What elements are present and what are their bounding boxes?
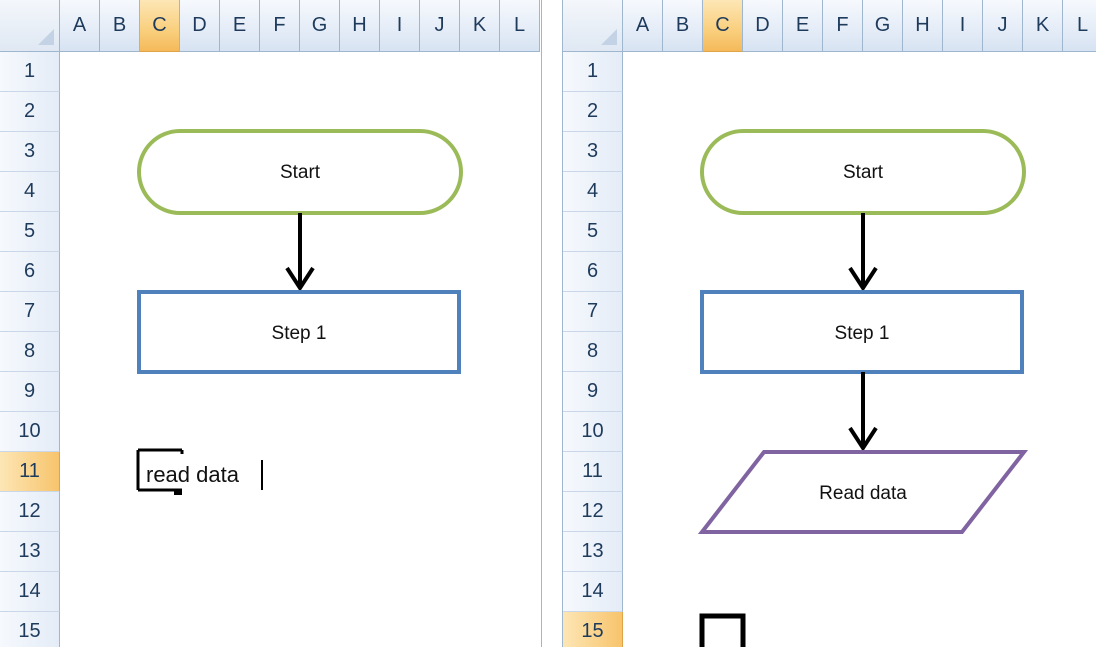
row-header-13[interactable]: 13 [0, 532, 60, 572]
row-header-4[interactable]: 4 [563, 172, 623, 212]
row-header-12[interactable]: 12 [563, 492, 623, 532]
row-header-6[interactable]: 6 [563, 252, 623, 292]
row-headers: 1 2 3 4 5 6 7 8 9 10 11 12 13 14 15 [0, 52, 60, 647]
column-header-i[interactable]: I [380, 0, 420, 52]
row-header-1[interactable]: 1 [563, 52, 623, 92]
row-header-1[interactable]: 1 [0, 52, 60, 92]
resize-handle-icon[interactable] [174, 490, 182, 495]
column-header-b[interactable]: B [663, 0, 703, 52]
column-header-k[interactable]: K [1023, 0, 1063, 52]
column-header-f[interactable]: F [260, 0, 300, 52]
row-header-4[interactable]: 4 [0, 172, 60, 212]
column-header-a[interactable]: A [623, 0, 663, 52]
read-data-label: Read data [819, 483, 907, 504]
shape-edit-text[interactable]: read data [146, 462, 239, 488]
row-header-2[interactable]: 2 [563, 92, 623, 132]
row-header-10[interactable]: 10 [0, 412, 60, 452]
row-header-11[interactable]: 11 [563, 452, 623, 492]
select-all-triangle-icon [601, 29, 617, 45]
column-headers: A B C D E F G H I J K L [623, 0, 1096, 52]
column-header-j[interactable]: J [983, 0, 1023, 52]
row-header-9[interactable]: 9 [563, 372, 623, 412]
spreadsheet-pane-right: A B C D E F G H I J K L 1 2 3 4 5 6 7 8 … [562, 0, 1096, 647]
spreadsheet-pane-left: A B C D E F G H I J K L 1 2 3 4 5 6 7 8 … [0, 0, 542, 647]
column-header-c[interactable]: C [703, 0, 743, 52]
step1-label: Step 1 [271, 323, 327, 344]
select-all-corner[interactable] [0, 0, 60, 52]
text-cursor [261, 460, 263, 490]
column-header-i[interactable]: I [943, 0, 983, 52]
start-label: Start [842, 162, 884, 183]
column-header-l[interactable]: L [500, 0, 540, 52]
row-header-15[interactable]: 15 [563, 612, 623, 647]
row-header-7[interactable]: 7 [563, 292, 623, 332]
row-header-14[interactable]: 14 [563, 572, 623, 612]
row-header-3[interactable]: 3 [0, 132, 60, 172]
step1-label: Step 1 [834, 323, 890, 344]
column-header-h[interactable]: H [340, 0, 380, 52]
row-headers: 1 2 3 4 5 6 7 8 9 10 11 12 13 14 15 [563, 52, 623, 647]
row-header-6[interactable]: 6 [0, 252, 60, 292]
column-header-g[interactable]: G [863, 0, 903, 52]
select-all-triangle-icon [38, 29, 54, 45]
row-header-9[interactable]: 9 [0, 372, 60, 412]
new-shape-frame[interactable] [699, 613, 746, 647]
row-header-12[interactable]: 12 [0, 492, 60, 532]
column-header-e[interactable]: E [783, 0, 823, 52]
column-header-e[interactable]: E [220, 0, 260, 52]
row-header-7[interactable]: 7 [0, 292, 60, 332]
select-all-corner[interactable] [563, 0, 623, 52]
flowchart-canvas-left [136, 129, 463, 495]
row-header-3[interactable]: 3 [563, 132, 623, 172]
start-label: Start [279, 162, 321, 183]
row-header-15[interactable]: 15 [0, 612, 60, 647]
flowchart-canvas-right [697, 129, 1029, 647]
column-header-k[interactable]: K [460, 0, 500, 52]
row-header-2[interactable]: 2 [0, 92, 60, 132]
column-header-d[interactable]: D [743, 0, 783, 52]
column-header-h[interactable]: H [903, 0, 943, 52]
column-header-j[interactable]: J [420, 0, 460, 52]
column-headers: A B C D E F G H I J K L [60, 0, 540, 52]
column-header-f[interactable]: F [823, 0, 863, 52]
row-header-5[interactable]: 5 [0, 212, 60, 252]
column-header-a[interactable]: A [60, 0, 100, 52]
row-header-8[interactable]: 8 [563, 332, 623, 372]
column-header-b[interactable]: B [100, 0, 140, 52]
column-header-c[interactable]: C [140, 0, 180, 52]
column-header-g[interactable]: G [300, 0, 340, 52]
column-header-d[interactable]: D [180, 0, 220, 52]
row-header-13[interactable]: 13 [563, 532, 623, 572]
row-header-8[interactable]: 8 [0, 332, 60, 372]
row-header-10[interactable]: 10 [563, 412, 623, 452]
row-header-5[interactable]: 5 [563, 212, 623, 252]
row-header-14[interactable]: 14 [0, 572, 60, 612]
row-header-11[interactable]: 11 [0, 452, 60, 492]
column-header-l[interactable]: L [1063, 0, 1096, 52]
